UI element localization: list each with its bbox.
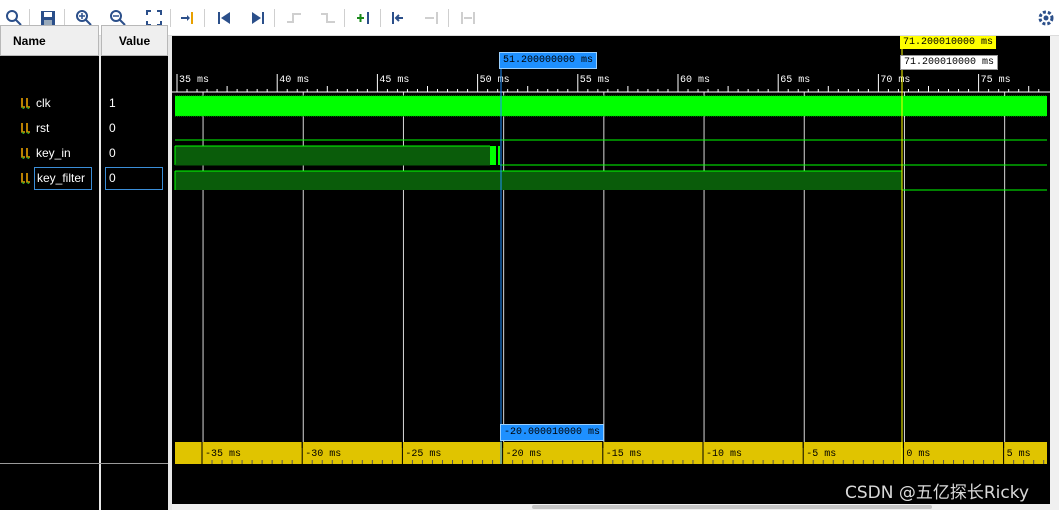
delta-tick-label: 0 ms [906, 449, 930, 460]
delta-tick-label: -25 ms [405, 449, 441, 460]
delta-tick-label: -20 ms [506, 449, 542, 460]
settings-icon[interactable] [1036, 8, 1056, 28]
marker-label[interactable]: 71.200010000 ms [900, 36, 997, 49]
go-to-time-zero-icon[interactable] [214, 8, 234, 28]
waveform-canvas[interactable]: 35 ms 40 ms 45 ms 50 ms 55 ms 60 ms 65 ms 70 ms… [172, 36, 1050, 504]
ruler-tick-label: 75 ms [981, 75, 1011, 86]
key-filter-waveform [174, 170, 1047, 191]
signal-value: 0 [109, 121, 116, 135]
signal-icon [21, 123, 30, 134]
signal-icon [21, 173, 30, 184]
vertical-scrollbar[interactable] [1050, 36, 1059, 504]
previous-transition-icon[interactable] [284, 8, 304, 28]
previous-marker-icon[interactable] [388, 8, 408, 28]
name-header-label: Name [13, 33, 46, 48]
marker-readout: 71.200010000 ms [900, 55, 999, 70]
key-in-waveform [174, 145, 1047, 166]
delta-tick-label: 5 ms [1007, 449, 1031, 460]
ruler-tick-label: 55 ms [580, 75, 610, 86]
signal-value: 0 [109, 146, 116, 160]
waveform-svg: 35 ms 40 ms 45 ms 50 ms 55 ms 60 ms 65 ms 70 ms… [172, 36, 1050, 464]
ruler-tick-label: 50 ms [480, 75, 510, 86]
signal-name: clk [36, 96, 51, 110]
value-header-label: Value [118, 33, 151, 48]
time-gridlines [202, 92, 1006, 442]
horizontal-scrollbar[interactable] [172, 504, 1059, 510]
signal-value: 1 [109, 96, 116, 110]
watermark: CSDN @五亿探长Ricky [845, 483, 1030, 503]
signal-icon [21, 98, 30, 109]
signal-value-key-in: 0 [101, 143, 168, 163]
delta-tick-label: -35 ms [205, 449, 241, 460]
signal-value: 0 [105, 167, 163, 190]
horizontal-scroll-thumb[interactable] [532, 505, 932, 509]
signal-row-rst[interactable]: rst [0, 118, 99, 138]
ruler-tick-label: 60 ms [680, 75, 710, 86]
name-column-header[interactable]: Name [0, 25, 99, 56]
signal-value-clk: 1 [101, 93, 168, 113]
delta-tick-label: -5 ms [806, 449, 836, 460]
value-column-header[interactable]: Value [101, 25, 168, 56]
main-cursor-label[interactable]: 51.200000000 ms [499, 52, 598, 69]
signal-row-clk[interactable]: clk [0, 93, 99, 113]
signal-value-key-filter: 0 [101, 167, 168, 190]
swap-cursors-icon[interactable] [458, 8, 478, 28]
ruler-tick-label: 45 ms [379, 75, 409, 86]
signal-name: key_filter [34, 167, 92, 190]
next-transition-icon[interactable] [318, 8, 338, 28]
ruler-tick-label: 40 ms [279, 75, 309, 86]
delta-label: -20.000010000 ms [500, 424, 605, 441]
signal-row-key-filter[interactable]: key_filter [0, 167, 99, 190]
go-to-last-time-icon[interactable] [248, 8, 268, 28]
list-footer-divider [0, 463, 168, 464]
clk-waveform [175, 96, 1047, 116]
ruler-tick-label: 70 ms [880, 75, 910, 86]
go-to-cursor-icon[interactable] [178, 8, 198, 28]
signal-row-key-in[interactable]: key_in [0, 143, 99, 163]
delta-tick-label: -15 ms [606, 449, 642, 460]
signal-name: key_in [36, 146, 71, 160]
signal-icon [21, 148, 30, 159]
delta-tick-label: -10 ms [706, 449, 742, 460]
delta-tick-label: -30 ms [305, 449, 341, 460]
signal-value-rst: 0 [101, 118, 168, 138]
signal-name: rst [36, 121, 50, 135]
ruler-tick-label: 65 ms [780, 75, 810, 86]
time-ruler: 35 ms 40 ms 45 ms 50 ms 55 ms 60 ms 65 ms 70 ms… [176, 74, 1040, 92]
add-marker-icon[interactable] [354, 8, 374, 28]
ruler-tick-label: 35 ms [179, 75, 209, 86]
next-marker-icon[interactable] [422, 8, 442, 28]
